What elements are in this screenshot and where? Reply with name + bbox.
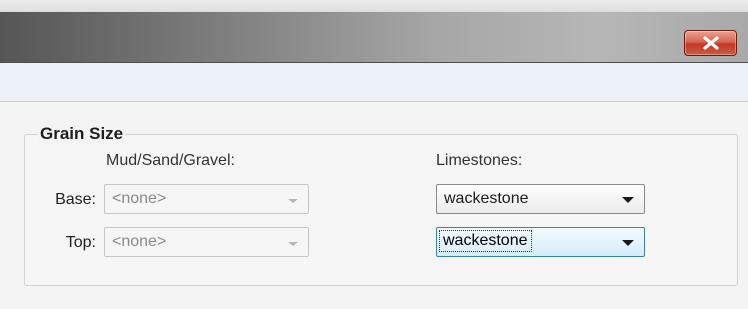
limestones-header: Limestones: [436,152,523,169]
top-mud-combo[interactable]: <none> [104,227,309,257]
grain-size-title: Grain Size [38,124,126,144]
close-button[interactable] [684,30,737,56]
mud-sand-gravel-header: Mud/Sand/Gravel: [106,152,235,169]
base-label: Base: [55,191,96,208]
chevron-down-icon [288,242,298,246]
dialog-header-band [0,63,748,102]
top-limestone-combo[interactable]: wackestone [436,227,645,257]
close-icon [702,36,720,50]
base-mud-combo[interactable]: <none> [104,184,309,214]
base-limestone-combo[interactable]: wackestone [436,184,645,214]
dialog-title-bar[interactable] [0,12,748,63]
top-mud-value: <none> [112,233,167,250]
top-label: Top: [65,234,96,251]
base-limestone-value: wackestone [444,190,529,207]
chevron-down-icon [622,197,634,203]
chevron-down-icon [288,199,298,203]
top-limestone-value: wackestone [439,230,532,252]
chevron-down-icon [622,240,634,246]
dialog-content: Grain Size Mud/Sand/Gravel: Limestones: … [0,102,748,309]
base-mud-value: <none> [112,190,167,207]
